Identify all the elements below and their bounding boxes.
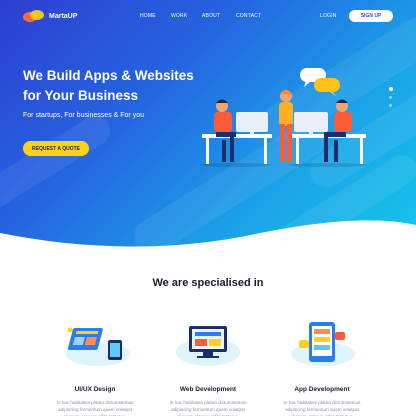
slider-dot-1[interactable] [388, 87, 393, 91]
hero-subtitle: For startups, For businesses & For you [23, 112, 144, 119]
request-quote-button[interactable]: REQUEST A QUOTE [23, 141, 89, 156]
web-development-icon [176, 326, 240, 366]
app-development-icon [291, 322, 355, 366]
slider-dot-2[interactable] [389, 96, 392, 99]
speech-bubble-icon [300, 68, 340, 96]
service-card-title: App Development [294, 386, 350, 393]
services-heading: We are specialised in [152, 277, 264, 289]
hero-section: MartaUP HOME WORK ABOUT CONTACT LOGIN SI… [0, 0, 416, 250]
service-card-ui-ux[interactable]: UI/UX Design In hac habitasse platea dic… [45, 318, 145, 416]
service-card-description: In hac habitasse platea dictumstemus adi… [169, 400, 247, 416]
brand-name: MartaUP [49, 12, 78, 20]
service-card-title: UI/UX Design [74, 386, 116, 393]
service-card-web-development[interactable]: Web Development In hac habitasse platea … [158, 318, 258, 416]
nav-link-contact[interactable]: CONTACT [236, 13, 261, 19]
slider-dots [388, 87, 393, 112]
team-working-illustration [200, 68, 368, 167]
hero-wave-divider [0, 220, 416, 250]
top-navbar: MartaUP HOME WORK ABOUT CONTACT LOGIN SI… [0, 0, 416, 32]
brand-logo[interactable]: MartaUP [23, 9, 77, 23]
hero-title-line-2: for Your Business [23, 88, 139, 103]
nav-link-home[interactable]: HOME [140, 13, 156, 19]
login-link[interactable]: LOGIN [320, 13, 337, 19]
nav-link-work[interactable]: WORK [171, 13, 187, 19]
slider-dot-3[interactable] [389, 104, 392, 107]
nav-link-about[interactable]: ABOUT [202, 13, 220, 19]
service-card-description: In hac habitasse platea dictumstemus adi… [283, 400, 361, 416]
hero-title: We Build Apps & Websites for Your Busine… [23, 66, 223, 106]
service-card-app-development[interactable]: App Development In hac habitasse platea … [272, 318, 372, 416]
brand-logo-icon [23, 10, 44, 22]
ui-ux-design-icon [66, 327, 130, 366]
signup-button[interactable]: SIGN UP [349, 10, 393, 22]
hero-title-line-1: We Build Apps & Websites [23, 68, 194, 83]
service-card-title: Web Development [179, 386, 237, 393]
service-card-description: In hac habitasse platea dictumstemus adi… [56, 400, 134, 416]
background-streak [0, 109, 116, 221]
